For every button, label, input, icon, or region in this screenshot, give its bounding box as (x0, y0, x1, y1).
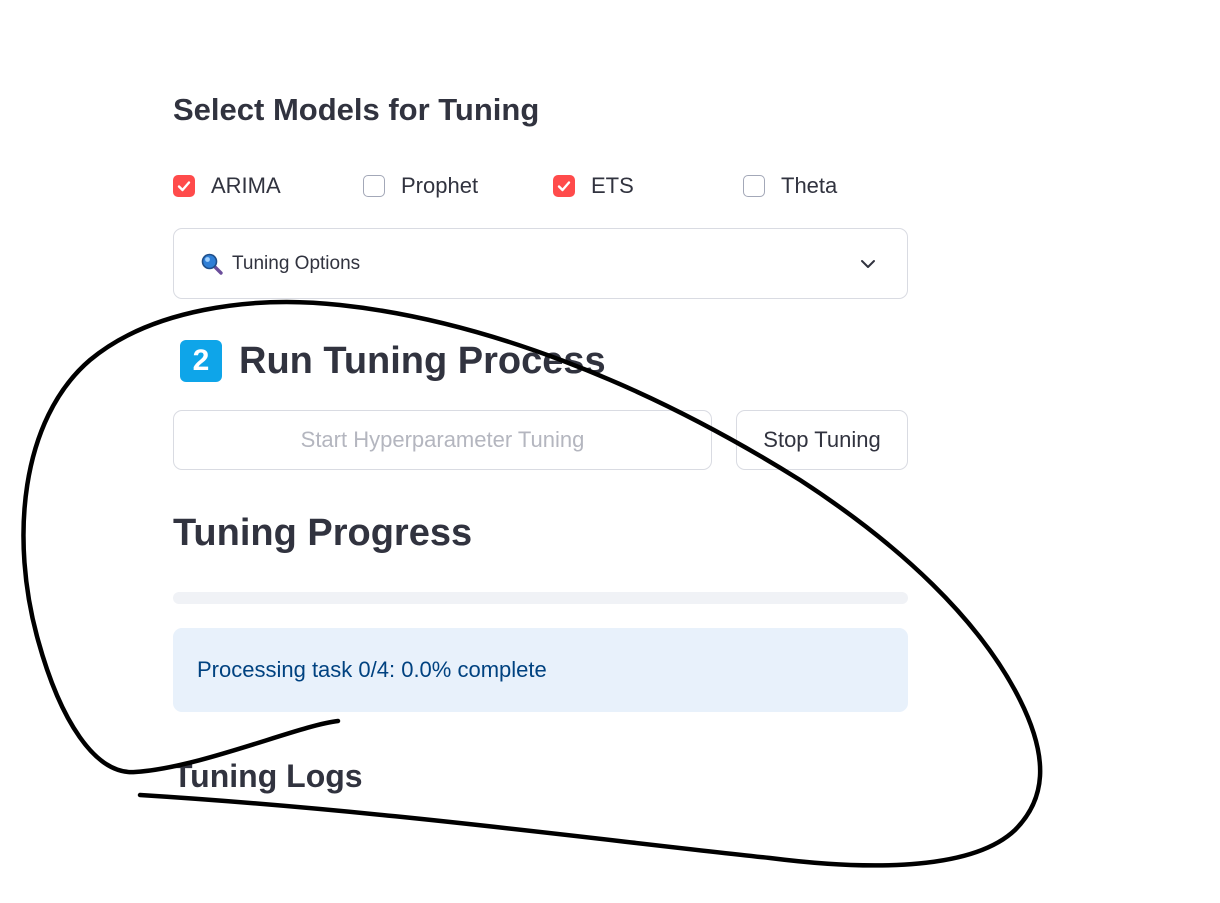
checkbox-prophet-label: Prophet (401, 173, 479, 198)
tuning-options-label: Tuning Options (232, 252, 361, 274)
start-tuning-button[interactable]: Start Hyperparameter Tuning (173, 410, 712, 470)
tuning-progress-heading: Tuning Progress (173, 512, 473, 554)
checkbox-arima[interactable]: ARIMA (173, 172, 281, 200)
select-models-heading: Select Models for Tuning (173, 92, 540, 127)
chevron-down-icon (861, 260, 875, 268)
stop-tuning-button[interactable]: Stop Tuning (736, 410, 908, 470)
checkbox-theta-box[interactable] (743, 175, 765, 197)
tuning-logs-heading: Tuning Logs (173, 758, 363, 794)
checkbox-ets-label: ETS (591, 173, 634, 198)
checkbox-ets-box[interactable] (553, 175, 575, 197)
run-tuning-heading: 2 Run Tuning Process (180, 340, 606, 382)
checkmark-icon (177, 181, 191, 192)
status-text: Processing task 0/4: 0.0% complete (197, 657, 547, 682)
progress-bar (173, 592, 908, 604)
checkbox-prophet[interactable]: Prophet (363, 172, 478, 200)
model-checkbox-group: ARIMA Prophet ETS Theta (173, 172, 913, 200)
tuning-options-expander[interactable]: Tuning Options (173, 228, 908, 299)
checkbox-arima-label: ARIMA (211, 173, 281, 198)
checkbox-ets[interactable]: ETS (553, 172, 634, 200)
status-info-box: Processing task 0/4: 0.0% complete (173, 628, 908, 712)
checkbox-theta-label: Theta (781, 173, 838, 198)
checkbox-prophet-box[interactable] (363, 175, 385, 197)
magnifying-glass-icon (201, 253, 223, 275)
checkbox-theta[interactable]: Theta (743, 172, 837, 200)
keycap-two-icon: 2 (180, 340, 222, 382)
checkbox-arima-box[interactable] (173, 175, 195, 197)
checkmark-icon (557, 181, 571, 192)
run-tuning-title: Run Tuning Process (239, 339, 606, 382)
